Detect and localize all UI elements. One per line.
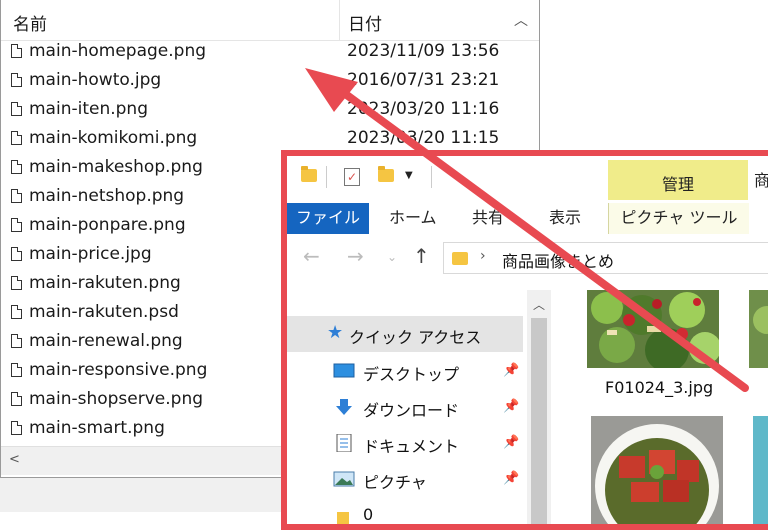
nav-item-label: ダウンロード (363, 401, 460, 420)
file-name: main-makeshop.png (29, 157, 203, 177)
scrollbar-thumb[interactable] (531, 318, 547, 524)
nav-item-label: ピクチャ (363, 473, 427, 492)
address-bar-row: ← → ⌄ ↑ › 商品画像まとめ (287, 234, 768, 282)
file-icon (11, 363, 22, 377)
file-icon (11, 334, 22, 348)
file-icon (11, 73, 22, 87)
file-icon (11, 392, 22, 406)
file-name: main-renewal.png (29, 331, 183, 351)
folder-icon (337, 512, 349, 524)
nav-item-label: ドキュメント (363, 437, 460, 456)
file-icon (11, 189, 22, 203)
nav-item-pictures[interactable]: ピクチャ 📌 (287, 462, 523, 498)
desktop-icon (333, 363, 355, 378)
thumbnail-partial-image[interactable] (753, 416, 768, 530)
customize-dropdown-icon[interactable]: ▼ (405, 170, 413, 181)
nav-item-documents[interactable]: ドキュメント 📌 (287, 426, 523, 462)
column-header-date[interactable]: 日付 (348, 10, 382, 35)
chevron-right-icon[interactable]: › (480, 248, 486, 264)
file-icon (11, 102, 22, 116)
nav-scrollbar[interactable]: ︿ (527, 290, 551, 524)
document-icon (336, 434, 352, 452)
download-icon (336, 399, 352, 415)
file-icon (11, 218, 22, 232)
thumbnail-bowl-image[interactable] (591, 416, 723, 530)
file-icon (11, 305, 22, 319)
file-icon (11, 247, 22, 261)
tab-file[interactable]: ファイル (287, 203, 369, 234)
star-icon: ★ (327, 322, 344, 343)
pin-icon[interactable]: 📌 (503, 435, 519, 450)
tab-picture-tools[interactable]: ピクチャ ツール (608, 203, 749, 234)
column-separator[interactable] (339, 0, 340, 40)
file-date: 2023/11/09 13:56 (347, 41, 500, 61)
pin-icon[interactable]: 📌 (503, 471, 519, 486)
file-name: main-ponpare.png (29, 215, 186, 235)
nav-quick-access-label: クイック アクセス (349, 328, 482, 347)
recent-dropdown-icon[interactable]: ⌄ (387, 250, 397, 264)
list-header: 名前 日付 ︿ (1, 0, 539, 41)
file-name: main-smart.png (29, 418, 165, 438)
file-row[interactable]: main-howto.jpg 2016/07/31 23:21 (1, 67, 539, 96)
file-icon (11, 131, 22, 145)
pin-icon[interactable]: 📌 (503, 363, 519, 378)
tab-share[interactable]: 共有 (472, 203, 504, 234)
file-name: main-netshop.png (29, 186, 185, 206)
navigation-pane: ★ クイック アクセス デスクトップ 📌 ダウンロード 📌 ドキュメント 📌 ピ… (287, 290, 523, 524)
properties-icon[interactable]: ✓ (344, 168, 360, 186)
file-icon (11, 44, 22, 58)
scroll-up-icon[interactable]: ︿ (533, 296, 545, 313)
thumbnail-filename[interactable]: F01024_3.jpg (605, 378, 713, 397)
ribbon-tabs: ファイル ホーム 共有 表示 ピクチャ ツール (287, 200, 768, 235)
new-folder-icon[interactable] (378, 166, 394, 182)
thumbnail-partial-image[interactable] (749, 290, 768, 368)
file-row[interactable]: main-homepage.png 2023/11/09 13:56 (1, 38, 539, 67)
file-name: main-howto.jpg (29, 70, 162, 90)
nav-item-desktop[interactable]: デスクトップ 📌 (287, 354, 523, 390)
thumbnail-salad-image[interactable] (587, 290, 719, 368)
file-name: main-rakuten.png (29, 273, 181, 293)
address-path[interactable]: 商品画像まとめ (502, 248, 614, 272)
context-tab-header: 管理 (608, 160, 748, 200)
pictures-icon (333, 471, 355, 487)
file-date: 2016/07/31 23:21 (347, 70, 500, 90)
file-name: main-komikomi.png (29, 128, 198, 148)
nav-item-label: 0 (363, 505, 374, 524)
nav-item-label: デスクトップ (363, 365, 460, 384)
file-name: main-responsive.png (29, 360, 208, 380)
explorer-window: ✓ ▼ 管理 商 ファイル ホーム 共有 表示 ピクチャ ツール ← → ⌄ ↑… (281, 150, 768, 530)
toolbar-separator (431, 166, 432, 188)
file-icon (11, 421, 22, 435)
forward-arrow-icon[interactable]: → (347, 244, 364, 268)
back-arrow-icon[interactable]: ← (303, 244, 320, 268)
context-tab-title: 管理 (661, 175, 694, 194)
nav-quick-access[interactable]: ★ クイック アクセス (287, 316, 523, 352)
tab-home[interactable]: ホーム (389, 203, 437, 234)
file-icon (11, 276, 22, 290)
file-name: main-price.jpg (29, 244, 152, 264)
tab-view[interactable]: 表示 (549, 203, 581, 234)
file-name: main-rakuten.psd (29, 302, 179, 322)
toolbar-separator (326, 166, 327, 188)
file-row[interactable]: main-iten.png 2023/03/20 11:16 (1, 96, 539, 125)
nav-item-downloads[interactable]: ダウンロード 📌 (287, 390, 523, 426)
address-box[interactable]: › 商品画像まとめ (443, 242, 768, 274)
nav-item-folder[interactable]: 0 (287, 498, 523, 524)
file-icon (11, 160, 22, 174)
scroll-left-icon[interactable]: < (9, 452, 20, 467)
folder-icon (301, 166, 317, 182)
context-tab-header-partial: 商 (754, 167, 768, 191)
file-name: main-homepage.png (29, 41, 207, 61)
pin-icon[interactable]: 📌 (503, 399, 519, 414)
file-name: main-iten.png (29, 99, 148, 119)
quick-access-toolbar: ✓ ▼ 管理 商 (287, 156, 768, 200)
scroll-up-icon[interactable]: ︿ (509, 10, 533, 32)
column-header-name[interactable]: 名前 (13, 10, 47, 35)
up-arrow-icon[interactable]: ↑ (413, 244, 430, 268)
file-date: 2023/03/20 11:16 (347, 99, 500, 119)
file-name: main-shopserve.png (29, 389, 204, 409)
folder-icon (452, 252, 468, 265)
file-date: 2023/03/20 11:15 (347, 128, 500, 148)
